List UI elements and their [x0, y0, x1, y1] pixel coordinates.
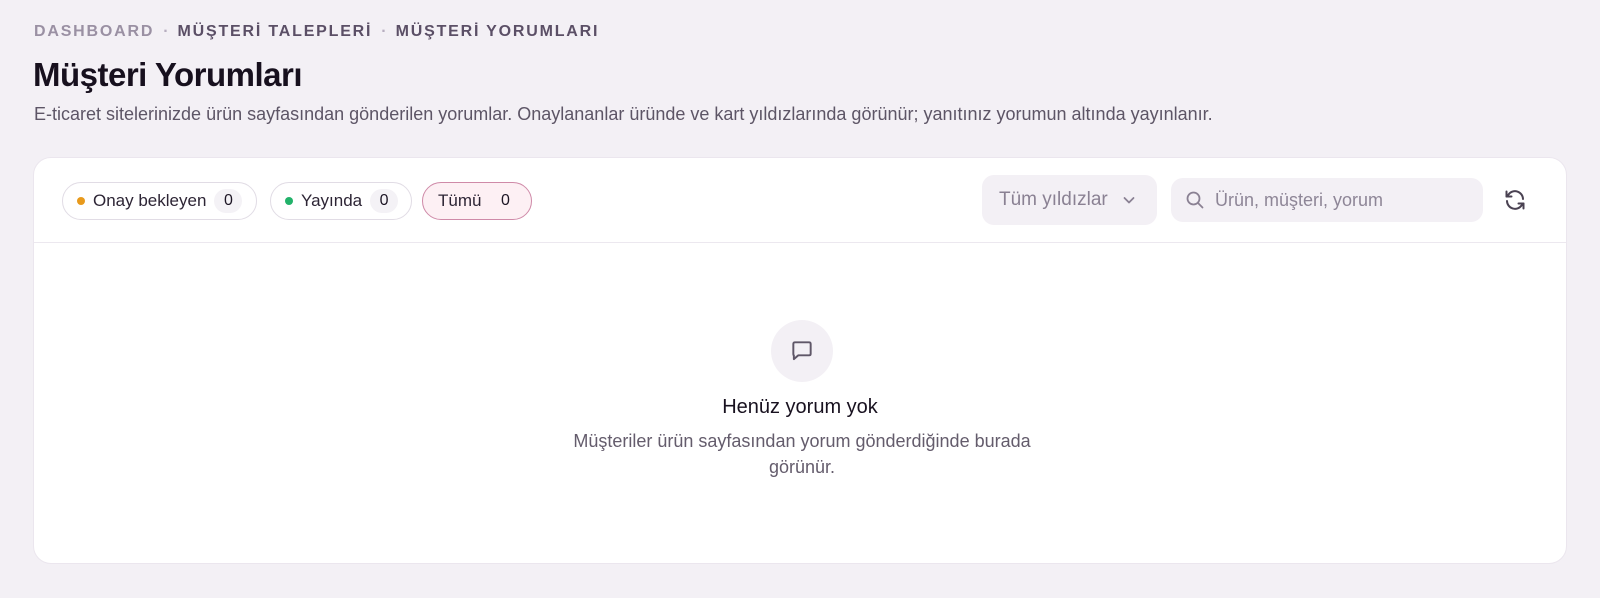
reviews-toolbar: Onay bekleyen 0 Yayında 0 Tümü 0 Tüm yıl… [34, 158, 1566, 243]
refresh-icon [1505, 190, 1525, 210]
filter-chip-count: 0 [370, 189, 399, 213]
breadcrumb-separator: · [163, 23, 169, 40]
chevron-down-icon [1121, 192, 1137, 214]
empty-state-icon-wrap [771, 320, 833, 382]
status-dot-live [285, 197, 293, 205]
search-icon [1185, 190, 1205, 215]
breadcrumb-separator: · [381, 23, 387, 40]
message-square-icon [792, 341, 812, 361]
filter-chip-count: 0 [501, 192, 510, 209]
stars-filter-value: Tüm yıldızlar [999, 189, 1108, 210]
filter-chip-label: Onay bekleyen [93, 191, 207, 210]
page-title: Müşteri Yorumları [33, 56, 303, 93]
filter-chip-pending[interactable]: Onay bekleyen 0 [62, 182, 257, 220]
filter-chip-count: 0 [214, 189, 243, 213]
search-box [1171, 178, 1483, 222]
breadcrumb-item-customer-requests[interactable]: MÜŞTERİ TALEPLERİ [178, 23, 373, 41]
refresh-button[interactable] [1497, 182, 1533, 218]
filter-chip-live[interactable]: Yayında 0 [270, 182, 412, 220]
breadcrumb-item-customer-reviews: MÜŞTERİ YORUMLARI [395, 23, 600, 40]
breadcrumb: DASHBOARD · MÜŞTERİ TALEPLERİ · MÜŞTERİ … [34, 23, 599, 41]
stars-filter-select[interactable]: Tüm yıldızlar [982, 175, 1157, 225]
page-description: E-ticaret sitelerinizde ürün sayfasından… [34, 104, 1213, 124]
filter-chip-all[interactable]: Tümü 0 [422, 182, 532, 220]
status-dot-pending [77, 197, 85, 205]
filter-chip-label: Tümü [438, 191, 482, 210]
empty-state-description: Müşteriler ürün sayfasından yorum gönder… [573, 431, 1031, 477]
breadcrumb-item-dashboard[interactable]: DASHBOARD [34, 23, 154, 41]
empty-state-title: Henüz yorum yok [722, 396, 878, 418]
search-input[interactable] [1215, 178, 1470, 222]
reviews-card: Onay bekleyen 0 Yayında 0 Tümü 0 Tüm yıl… [33, 157, 1567, 564]
filter-chip-label: Yayında [301, 191, 363, 210]
